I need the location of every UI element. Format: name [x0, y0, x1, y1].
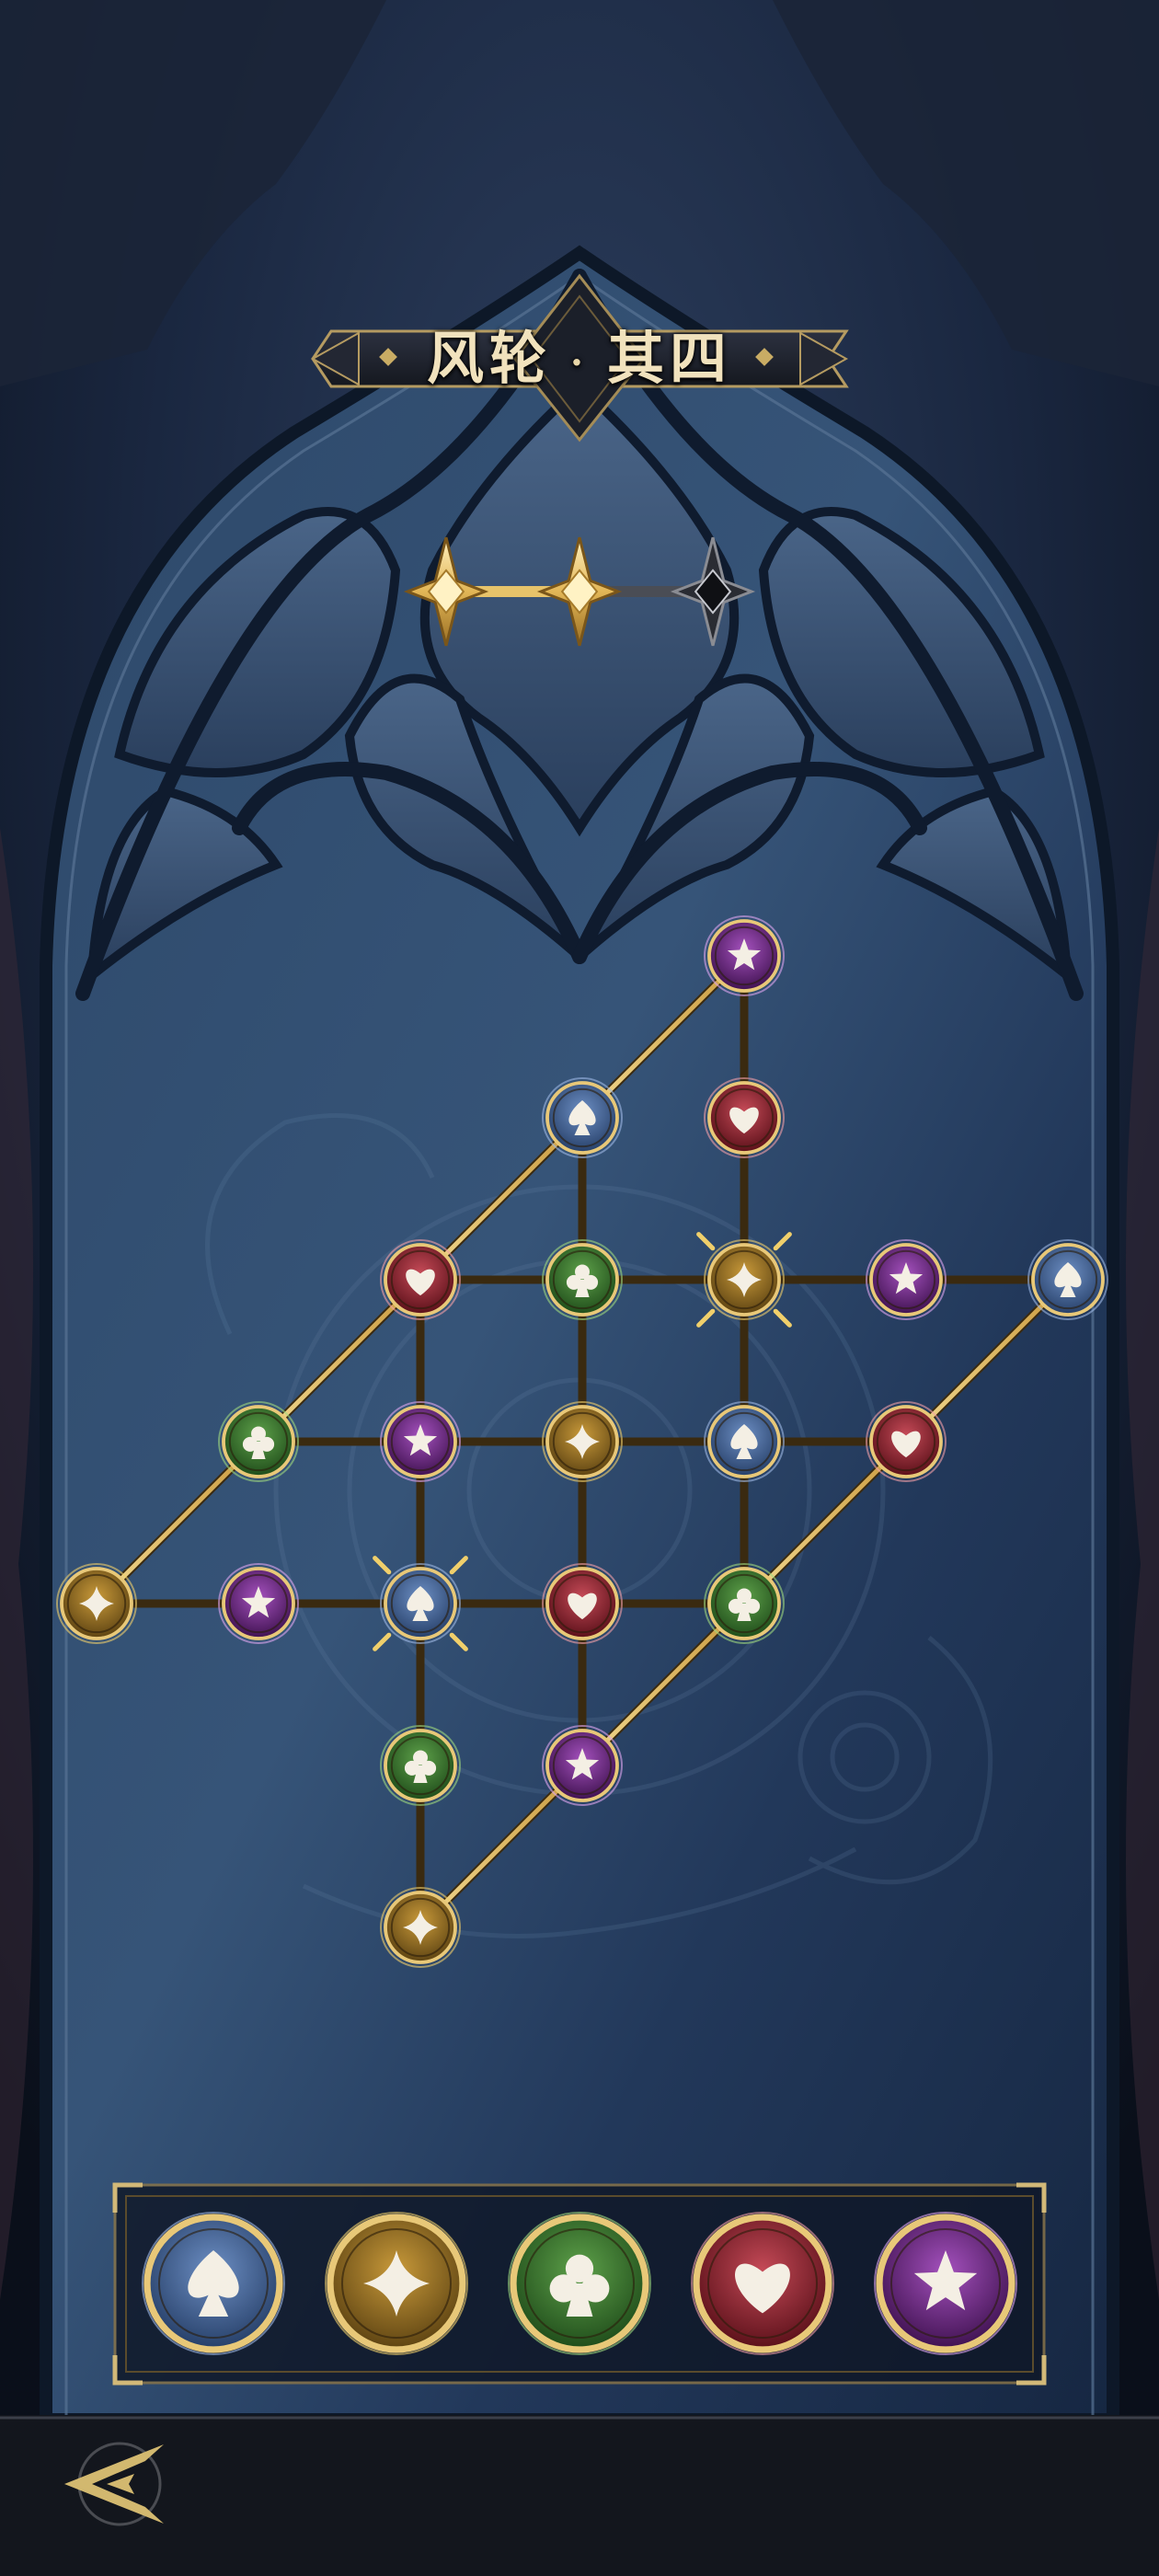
back-arrow-icon: [64, 2442, 164, 2526]
palette-diamond-button[interactable]: [325, 2212, 468, 2355]
palette-spade-button[interactable]: [142, 2212, 285, 2355]
palette-club-button[interactable]: [508, 2212, 651, 2355]
suit-palette: [142, 2212, 1017, 2355]
back-button[interactable]: [55, 2433, 175, 2535]
palette-heart-button[interactable]: [691, 2212, 834, 2355]
palette-star-button[interactable]: [874, 2212, 1017, 2355]
